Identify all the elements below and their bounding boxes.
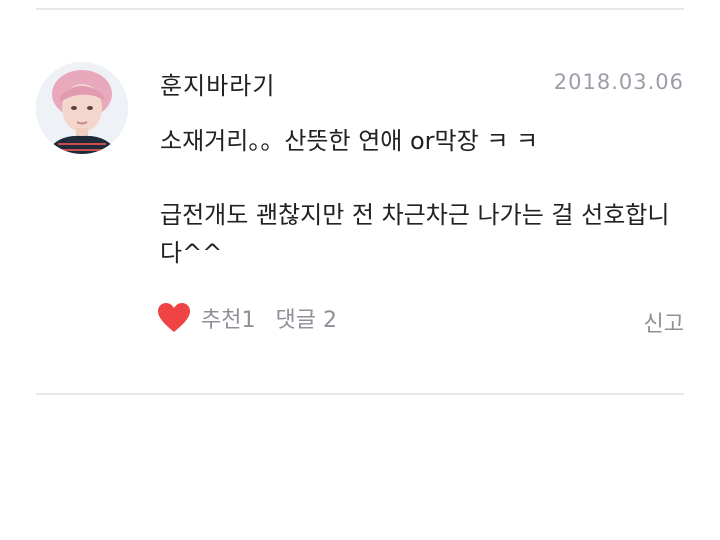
like-button[interactable]: 추천1 — [201, 302, 255, 334]
comment-author[interactable]: 훈지바라기 — [160, 66, 275, 101]
comment-body: 소재거리。。산뜻한 연애 or막장 ㅋ ㅋ 급전개도 괜찮지만 전 차근차근 나… — [160, 122, 680, 272]
comment-actions: 추천1 댓글 2 — [157, 302, 337, 334]
comment-paragraph: 소재거리。。산뜻한 연애 or막장 ㅋ ㅋ — [160, 127, 539, 155]
avatar[interactable] — [36, 62, 128, 154]
report-button[interactable]: 신고 — [644, 306, 684, 338]
bottom-divider — [36, 393, 684, 395]
top-divider — [36, 8, 684, 10]
comment-date: 2018.03.06 — [553, 70, 684, 94]
reply-count-button[interactable]: 댓글 2 — [275, 302, 336, 334]
heart-icon[interactable] — [157, 302, 191, 334]
comment-paragraph: 급전개도 괜찮지만 전 차근차근 나가는 걸 선호합니다^^ — [160, 201, 670, 267]
avatar-image — [36, 62, 128, 154]
